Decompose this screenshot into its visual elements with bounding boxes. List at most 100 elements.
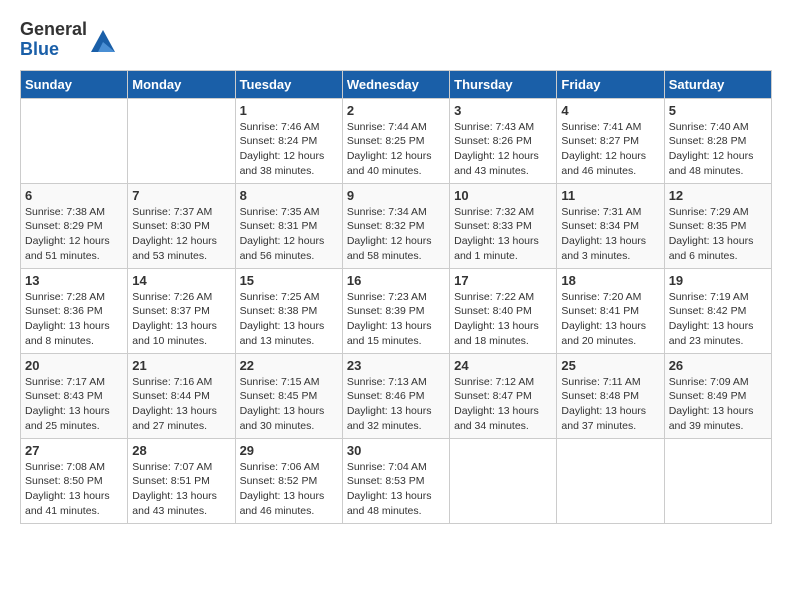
calendar-cell: 2 Sunrise: 7:44 AM Sunset: 8:25 PM Dayli… — [342, 98, 449, 183]
daylight-text: Daylight: 12 hours and 48 minutes. — [669, 149, 767, 178]
cell-info: Sunrise: 7:16 AM Sunset: 8:44 PM Dayligh… — [132, 375, 230, 434]
daylight-text: Daylight: 12 hours and 43 minutes. — [454, 149, 552, 178]
sunrise-text: Sunrise: 7:28 AM — [25, 290, 123, 305]
day-number: 20 — [25, 358, 123, 373]
calendar-cell: 7 Sunrise: 7:37 AM Sunset: 8:30 PM Dayli… — [128, 183, 235, 268]
calendar-cell: 13 Sunrise: 7:28 AM Sunset: 8:36 PM Dayl… — [21, 268, 128, 353]
cell-info: Sunrise: 7:19 AM Sunset: 8:42 PM Dayligh… — [669, 290, 767, 349]
calendar-cell: 8 Sunrise: 7:35 AM Sunset: 8:31 PM Dayli… — [235, 183, 342, 268]
cell-info: Sunrise: 7:25 AM Sunset: 8:38 PM Dayligh… — [240, 290, 338, 349]
sunrise-text: Sunrise: 7:04 AM — [347, 460, 445, 475]
cell-info: Sunrise: 7:46 AM Sunset: 8:24 PM Dayligh… — [240, 120, 338, 179]
daylight-text: Daylight: 13 hours and 23 minutes. — [669, 319, 767, 348]
sunset-text: Sunset: 8:45 PM — [240, 389, 338, 404]
daylight-text: Daylight: 13 hours and 27 minutes. — [132, 404, 230, 433]
sunset-text: Sunset: 8:46 PM — [347, 389, 445, 404]
sunrise-text: Sunrise: 7:38 AM — [25, 205, 123, 220]
sunset-text: Sunset: 8:40 PM — [454, 304, 552, 319]
sunrise-text: Sunrise: 7:37 AM — [132, 205, 230, 220]
sunset-text: Sunset: 8:24 PM — [240, 134, 338, 149]
daylight-text: Daylight: 13 hours and 3 minutes. — [561, 234, 659, 263]
cell-info: Sunrise: 7:29 AM Sunset: 8:35 PM Dayligh… — [669, 205, 767, 264]
sunrise-text: Sunrise: 7:35 AM — [240, 205, 338, 220]
calendar-cell: 26 Sunrise: 7:09 AM Sunset: 8:49 PM Dayl… — [664, 353, 771, 438]
calendar-cell: 12 Sunrise: 7:29 AM Sunset: 8:35 PM Dayl… — [664, 183, 771, 268]
sunset-text: Sunset: 8:37 PM — [132, 304, 230, 319]
day-number: 17 — [454, 273, 552, 288]
calendar-table: SundayMondayTuesdayWednesdayThursdayFrid… — [20, 70, 772, 524]
calendar-cell: 22 Sunrise: 7:15 AM Sunset: 8:45 PM Dayl… — [235, 353, 342, 438]
sunrise-text: Sunrise: 7:20 AM — [561, 290, 659, 305]
logo-blue-text: Blue — [20, 39, 59, 59]
day-header-monday: Monday — [128, 70, 235, 98]
calendar-cell: 18 Sunrise: 7:20 AM Sunset: 8:41 PM Dayl… — [557, 268, 664, 353]
sunset-text: Sunset: 8:29 PM — [25, 219, 123, 234]
sunrise-text: Sunrise: 7:46 AM — [240, 120, 338, 135]
sunrise-text: Sunrise: 7:09 AM — [669, 375, 767, 390]
calendar-week-row: 6 Sunrise: 7:38 AM Sunset: 8:29 PM Dayli… — [21, 183, 772, 268]
day-number: 11 — [561, 188, 659, 203]
day-number: 28 — [132, 443, 230, 458]
day-number: 26 — [669, 358, 767, 373]
calendar-cell: 19 Sunrise: 7:19 AM Sunset: 8:42 PM Dayl… — [664, 268, 771, 353]
cell-info: Sunrise: 7:23 AM Sunset: 8:39 PM Dayligh… — [347, 290, 445, 349]
sunrise-text: Sunrise: 7:12 AM — [454, 375, 552, 390]
calendar-cell: 11 Sunrise: 7:31 AM Sunset: 8:34 PM Dayl… — [557, 183, 664, 268]
sunset-text: Sunset: 8:27 PM — [561, 134, 659, 149]
cell-info: Sunrise: 7:08 AM Sunset: 8:50 PM Dayligh… — [25, 460, 123, 519]
calendar-cell: 20 Sunrise: 7:17 AM Sunset: 8:43 PM Dayl… — [21, 353, 128, 438]
sunrise-text: Sunrise: 7:06 AM — [240, 460, 338, 475]
sunrise-text: Sunrise: 7:19 AM — [669, 290, 767, 305]
day-header-thursday: Thursday — [450, 70, 557, 98]
sunrise-text: Sunrise: 7:40 AM — [669, 120, 767, 135]
sunset-text: Sunset: 8:31 PM — [240, 219, 338, 234]
sunset-text: Sunset: 8:35 PM — [669, 219, 767, 234]
day-number: 12 — [669, 188, 767, 203]
calendar-cell: 29 Sunrise: 7:06 AM Sunset: 8:52 PM Dayl… — [235, 438, 342, 523]
day-number: 30 — [347, 443, 445, 458]
cell-info: Sunrise: 7:38 AM Sunset: 8:29 PM Dayligh… — [25, 205, 123, 264]
day-number: 18 — [561, 273, 659, 288]
sunset-text: Sunset: 8:33 PM — [454, 219, 552, 234]
cell-info: Sunrise: 7:22 AM Sunset: 8:40 PM Dayligh… — [454, 290, 552, 349]
sunset-text: Sunset: 8:30 PM — [132, 219, 230, 234]
cell-info: Sunrise: 7:41 AM Sunset: 8:27 PM Dayligh… — [561, 120, 659, 179]
sunset-text: Sunset: 8:26 PM — [454, 134, 552, 149]
daylight-text: Daylight: 12 hours and 53 minutes. — [132, 234, 230, 263]
sunrise-text: Sunrise: 7:44 AM — [347, 120, 445, 135]
day-number: 13 — [25, 273, 123, 288]
day-number: 15 — [240, 273, 338, 288]
calendar-cell — [128, 98, 235, 183]
day-number: 7 — [132, 188, 230, 203]
cell-info: Sunrise: 7:13 AM Sunset: 8:46 PM Dayligh… — [347, 375, 445, 434]
sunrise-text: Sunrise: 7:25 AM — [240, 290, 338, 305]
daylight-text: Daylight: 13 hours and 46 minutes. — [240, 489, 338, 518]
sunrise-text: Sunrise: 7:16 AM — [132, 375, 230, 390]
calendar-cell: 27 Sunrise: 7:08 AM Sunset: 8:50 PM Dayl… — [21, 438, 128, 523]
sunset-text: Sunset: 8:52 PM — [240, 474, 338, 489]
sunrise-text: Sunrise: 7:22 AM — [454, 290, 552, 305]
sunset-text: Sunset: 8:41 PM — [561, 304, 659, 319]
calendar-week-row: 27 Sunrise: 7:08 AM Sunset: 8:50 PM Dayl… — [21, 438, 772, 523]
day-number: 2 — [347, 103, 445, 118]
day-number: 24 — [454, 358, 552, 373]
sunset-text: Sunset: 8:48 PM — [561, 389, 659, 404]
sunset-text: Sunset: 8:34 PM — [561, 219, 659, 234]
calendar-cell: 5 Sunrise: 7:40 AM Sunset: 8:28 PM Dayli… — [664, 98, 771, 183]
calendar-cell: 9 Sunrise: 7:34 AM Sunset: 8:32 PM Dayli… — [342, 183, 449, 268]
sunrise-text: Sunrise: 7:34 AM — [347, 205, 445, 220]
day-number: 29 — [240, 443, 338, 458]
daylight-text: Daylight: 12 hours and 40 minutes. — [347, 149, 445, 178]
sunset-text: Sunset: 8:47 PM — [454, 389, 552, 404]
day-number: 1 — [240, 103, 338, 118]
calendar-cell: 10 Sunrise: 7:32 AM Sunset: 8:33 PM Dayl… — [450, 183, 557, 268]
calendar-cell: 17 Sunrise: 7:22 AM Sunset: 8:40 PM Dayl… — [450, 268, 557, 353]
day-number: 16 — [347, 273, 445, 288]
cell-info: Sunrise: 7:31 AM Sunset: 8:34 PM Dayligh… — [561, 205, 659, 264]
sunset-text: Sunset: 8:50 PM — [25, 474, 123, 489]
day-header-sunday: Sunday — [21, 70, 128, 98]
sunset-text: Sunset: 8:36 PM — [25, 304, 123, 319]
cell-info: Sunrise: 7:35 AM Sunset: 8:31 PM Dayligh… — [240, 205, 338, 264]
daylight-text: Daylight: 13 hours and 39 minutes. — [669, 404, 767, 433]
daylight-text: Daylight: 13 hours and 41 minutes. — [25, 489, 123, 518]
